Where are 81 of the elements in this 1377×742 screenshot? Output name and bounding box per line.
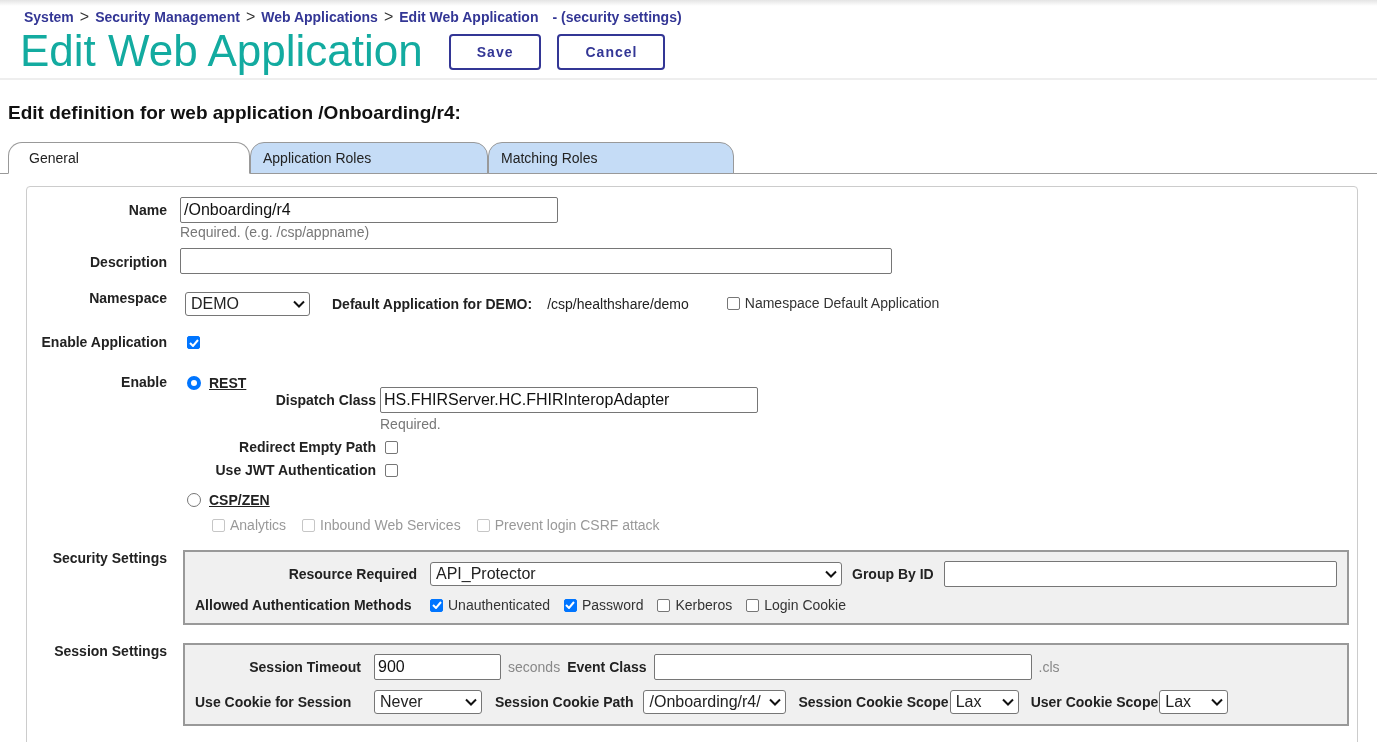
field-hint: Required. [380,416,442,432]
checkbox[interactable] [187,336,200,349]
header-button[interactable]: Cancel [557,34,666,70]
option-label: Password [581,597,644,613]
chevron-down-icon [465,698,477,706]
chevron-down-icon [293,300,305,308]
breadcrumb-link[interactable]: Security Management [95,9,240,25]
breadcrumb-note: - (security settings) [552,9,682,25]
breadcrumb-link[interactable]: Web Applications [261,9,378,25]
default-application-path: /csp/healthshare/demo [547,296,689,312]
field-label: Enable [120,373,167,390]
breadcrumb-link[interactable]: System [24,9,74,25]
checkbox[interactable] [385,463,398,477]
chevron-down-icon [825,570,837,578]
field-label: Default Application for DEMO: [332,296,533,312]
radio-button[interactable] [187,493,201,507]
dropdown[interactable]: DEMO [185,292,310,316]
field-label: Use JWT Authentication [214,462,376,478]
field-label: Name [127,201,167,218]
option-label: Analytics [230,517,287,533]
checkbox[interactable] [657,598,671,612]
session-timeout-input[interactable]: 900 [374,654,501,680]
section-heading: Edit definition for web application /Onboarding/r4: [8,102,462,124]
field-label: Session Timeout [248,659,361,675]
chevron-down-icon [1211,698,1224,706]
checkmark-icon [188,338,199,347]
checkbox[interactable] [430,598,443,612]
field-label: Dispatch Class [274,392,376,408]
field-label: Redirect Empty Path [238,439,376,455]
checkmark-icon [431,601,442,609]
event-class-input[interactable] [653,654,1032,680]
field-label: Enable Application [40,333,167,350]
unit-label: seconds [508,659,561,675]
checkbox[interactable] [746,598,760,612]
field-label: Event Class [567,659,647,675]
checkbox[interactable] [385,440,398,454]
field-label: Resource Required [287,566,417,582]
dispatch-class-input[interactable]: HS.FHIRServer.HC.FHIRInteropAdapter [380,387,758,413]
breadcrumb-separator: > [383,8,394,26]
breadcrumb-link[interactable]: Edit Web Application [399,9,539,25]
header-button[interactable]: Save [448,34,542,70]
field-label: Namespace [88,289,167,306]
name-input[interactable]: /Onboarding/r4 [180,197,558,223]
dropdown[interactable]: Lax [1159,690,1229,714]
chevron-down-icon [769,698,782,706]
chevron-down-icon [1001,698,1014,706]
field-label: Use Cookie for Session [195,694,353,710]
page-title: Edit Web Application [20,26,423,76]
option-label: REST [209,375,248,391]
unit-label: .cls [1038,659,1060,675]
radio-button[interactable] [187,376,201,390]
checkmark-icon [565,601,576,609]
field-label: Session Cookie Path [495,694,634,710]
tab[interactable]: Matching Roles [488,142,734,174]
breadcrumb-separator: > [79,8,90,26]
tab[interactable]: General [8,142,250,174]
description-input[interactable] [180,248,892,274]
field-label: Session Settings [53,643,167,659]
dropdown[interactable]: /Onboarding/r4/ [643,690,787,714]
option-label: Prevent login CSRF attack [494,517,660,533]
option-label: Inbound Web Services [320,517,461,533]
option-label: Namespace Default Application [744,295,940,312]
checkbox[interactable] [563,598,577,612]
option-label: Unauthenticated [448,597,550,613]
group-by-id-input[interactable] [943,561,1337,587]
dropdown[interactable]: Never [374,690,482,714]
option-label: Kerberos [675,597,733,613]
field-label: User Cookie Scope [1030,694,1159,710]
field-hint: Required. (e.g. /csp/appname) [180,224,371,240]
field-label: Description [89,253,167,270]
dropdown[interactable]: API_Protector [430,562,842,586]
field-label: Security Settings [51,550,167,566]
dropdown[interactable]: Lax [949,690,1019,714]
field-label: Group By ID [852,566,934,582]
option-label: CSP/ZEN [209,492,271,508]
breadcrumb-separator: > [245,8,256,26]
field-label: Session Cookie Scope [798,694,949,710]
field-label: Allowed Authentication Methods [195,597,413,613]
tab[interactable]: Application Roles [250,142,488,174]
checkbox[interactable] [726,296,740,310]
option-label: Login Cookie [764,597,846,613]
